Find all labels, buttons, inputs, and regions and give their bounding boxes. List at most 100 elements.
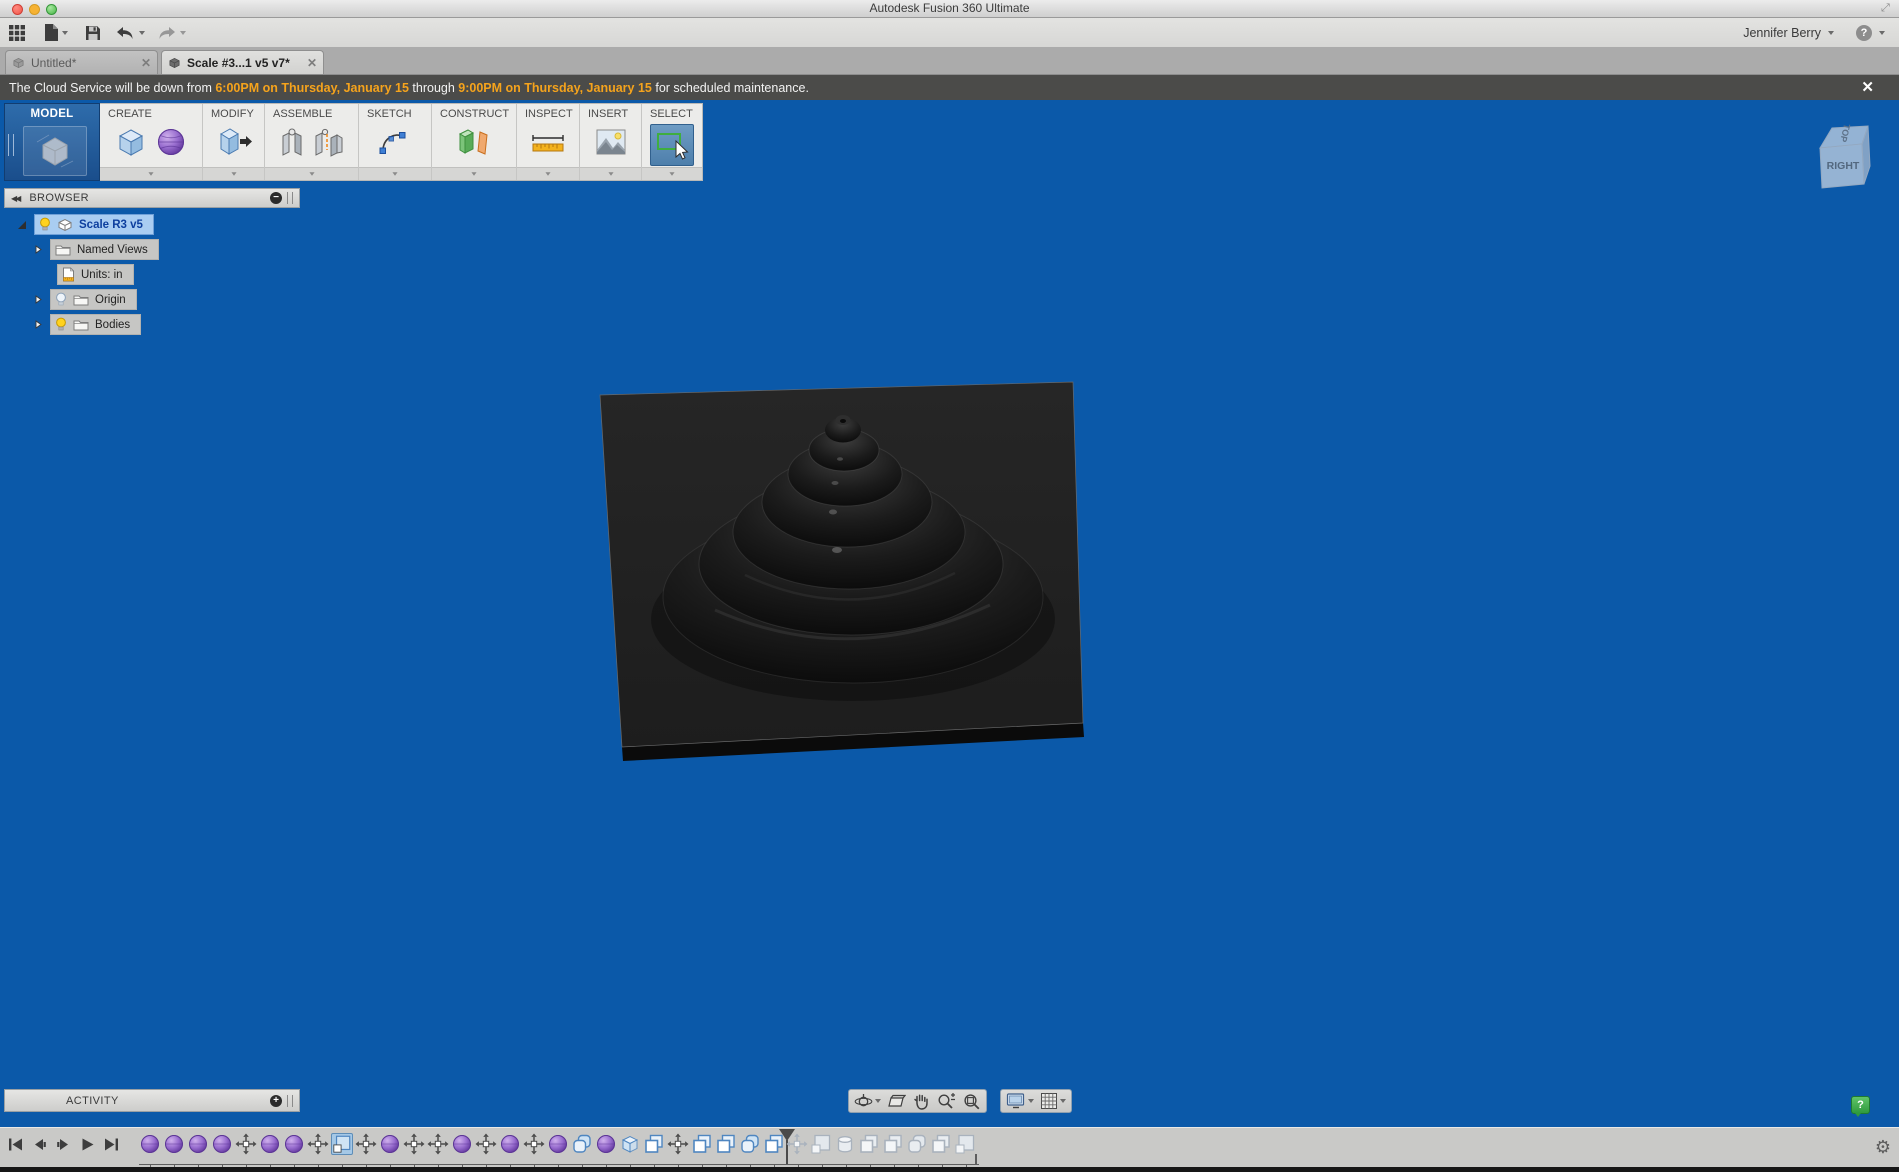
press-pull-icon[interactable]	[216, 125, 252, 164]
select-tool-button[interactable]	[650, 123, 694, 166]
save-button[interactable]	[85, 23, 101, 42]
collapse-triangle-icon[interactable]	[34, 320, 42, 329]
timeline-item-combine-suppressed[interactable]	[930, 1133, 952, 1155]
timeline-item-form[interactable]	[595, 1133, 617, 1155]
timeline-item-move[interactable]	[403, 1133, 425, 1155]
skip-to-end-button[interactable]	[104, 1137, 119, 1157]
timeline-item-form[interactable]	[379, 1133, 401, 1155]
undo-button[interactable]	[115, 23, 145, 42]
inspect-dropdown[interactable]	[517, 167, 579, 180]
timeline-item-form[interactable]	[163, 1133, 185, 1155]
timeline-item-move-suppressed[interactable]	[786, 1133, 808, 1155]
skip-to-start-button[interactable]	[8, 1137, 23, 1157]
tree-row-bodies[interactable]: Bodies	[4, 314, 300, 335]
timeline-item-move[interactable]	[307, 1133, 329, 1155]
assemble-dropdown[interactable]	[265, 167, 358, 180]
user-menu[interactable]: Jennifer Berry	[1743, 26, 1821, 40]
expand-triangle-icon[interactable]	[18, 220, 26, 229]
step-forward-button[interactable]	[56, 1137, 71, 1157]
as-built-joint-icon[interactable]	[313, 126, 345, 163]
timeline-item-combine[interactable]	[643, 1133, 665, 1155]
bulb-on-icon[interactable]	[55, 317, 67, 332]
panel-grip-handle[interactable]	[287, 1094, 293, 1107]
construct-dropdown[interactable]	[432, 167, 516, 180]
modify-dropdown[interactable]	[203, 167, 264, 180]
timeline-item-box[interactable]	[619, 1133, 641, 1155]
viewcube-front-face[interactable]: RIGHT	[1823, 160, 1863, 172]
collapse-panel-icon[interactable]: ◀◀	[11, 194, 21, 203]
collapse-triangle-icon[interactable]	[34, 245, 42, 254]
tab-close-icon[interactable]: ✕	[141, 56, 151, 70]
timeline-item-form[interactable]	[547, 1133, 569, 1155]
bulb-off-icon[interactable]	[55, 292, 67, 307]
live-help-icon[interactable]: ?	[1851, 1096, 1870, 1117]
timeline-item-move[interactable]	[667, 1133, 689, 1155]
timeline-item-scale-suppressed[interactable]	[954, 1133, 976, 1155]
viewport-canvas[interactable]: MODEL CREATE MODIFY ASSEMBLE SKETCH CONS…	[0, 100, 1899, 1127]
timeline-item-form[interactable]	[259, 1133, 281, 1155]
tree-row-origin[interactable]: Origin	[4, 289, 300, 310]
timeline-item-move[interactable]	[475, 1133, 497, 1155]
timeline-item-form[interactable]	[211, 1133, 233, 1155]
timeline-item-combine[interactable]	[691, 1133, 713, 1155]
timeline-item-fillet-suppressed[interactable]	[906, 1133, 928, 1155]
insert-image-icon[interactable]	[594, 126, 628, 163]
collapse-circle-icon[interactable]: −	[270, 192, 282, 204]
zoom-button[interactable]	[936, 1092, 956, 1111]
app-launcher-grid-icon[interactable]	[8, 23, 26, 42]
joint-icon[interactable]	[279, 126, 305, 163]
help-icon[interactable]: ?	[1856, 24, 1872, 41]
timeline-item-combine[interactable]	[715, 1133, 737, 1155]
timeline-item-form[interactable]	[451, 1133, 473, 1155]
tree-row-named-views[interactable]: Named Views	[4, 239, 300, 260]
create-box-icon[interactable]	[115, 125, 147, 164]
select-dropdown[interactable]	[642, 167, 702, 180]
workspace-switcher-model[interactable]: MODEL	[4, 103, 100, 181]
browser-header[interactable]: ◀◀ BROWSER −	[4, 188, 300, 208]
collapse-triangle-icon[interactable]	[34, 295, 42, 304]
timeline-settings-gear-icon[interactable]: ⚙	[1875, 1136, 1891, 1158]
user-menu-arrow-icon[interactable]	[1828, 30, 1834, 35]
activity-panel[interactable]: ACTIVITY +	[4, 1089, 300, 1112]
insert-dropdown[interactable]	[580, 167, 641, 180]
bulb-on-icon[interactable]	[39, 217, 51, 232]
sketch-dropdown[interactable]	[359, 167, 431, 180]
timeline-item-form[interactable]	[187, 1133, 209, 1155]
timeline-item-scale[interactable]	[331, 1133, 353, 1155]
timeline-item-fillet[interactable]	[571, 1133, 593, 1155]
tree-row-units[interactable]: Units: in	[4, 264, 300, 285]
ribbon-grip-handle[interactable]	[8, 134, 14, 156]
timeline-item-fillet[interactable]	[739, 1133, 761, 1155]
expand-circle-icon[interactable]: +	[270, 1094, 282, 1107]
step-back-button[interactable]	[32, 1137, 47, 1157]
tab-untitled[interactable]: Untitled* ✕	[5, 50, 158, 74]
tab-scale-document[interactable]: Scale #3...1 v5 v7* ✕	[161, 50, 324, 74]
orbit-button[interactable]	[854, 1092, 881, 1111]
create-form-sphere-icon[interactable]	[155, 125, 187, 164]
look-at-button[interactable]	[887, 1093, 906, 1110]
timeline-item-combine-suppressed[interactable]	[858, 1133, 880, 1155]
timeline-item-cylinder-suppressed[interactable]	[834, 1133, 856, 1155]
measure-icon[interactable]	[529, 127, 567, 162]
timeline-ruler[interactable]	[139, 1164, 979, 1170]
pan-hand-button[interactable]	[912, 1092, 930, 1111]
construct-plane-icon[interactable]	[456, 125, 492, 164]
timeline-item-form[interactable]	[283, 1133, 305, 1155]
grid-snap-button[interactable]	[1040, 1092, 1066, 1110]
timeline-item-form[interactable]	[139, 1133, 161, 1155]
timeline-item-move[interactable]	[427, 1133, 449, 1155]
tab-close-icon[interactable]: ✕	[307, 56, 317, 70]
banner-close-icon[interactable]: ✕	[1861, 78, 1874, 96]
timeline-item-move[interactable]	[355, 1133, 377, 1155]
create-dropdown[interactable]	[100, 167, 202, 180]
file-menu-button[interactable]	[44, 23, 68, 42]
undo-menu-arrow-icon[interactable]	[139, 30, 145, 35]
display-settings-button[interactable]	[1006, 1092, 1034, 1110]
timeline-item-move[interactable]	[523, 1133, 545, 1155]
viewcube[interactable]: TOP RIGHT	[1810, 118, 1872, 198]
timeline-item-combine-suppressed[interactable]	[882, 1133, 904, 1155]
timeline-item-move[interactable]	[235, 1133, 257, 1155]
redo-menu-arrow-icon[interactable]	[180, 30, 186, 35]
tree-row-root[interactable]: Scale R3 v5	[4, 214, 300, 235]
sketch-spline-icon[interactable]	[378, 127, 412, 162]
